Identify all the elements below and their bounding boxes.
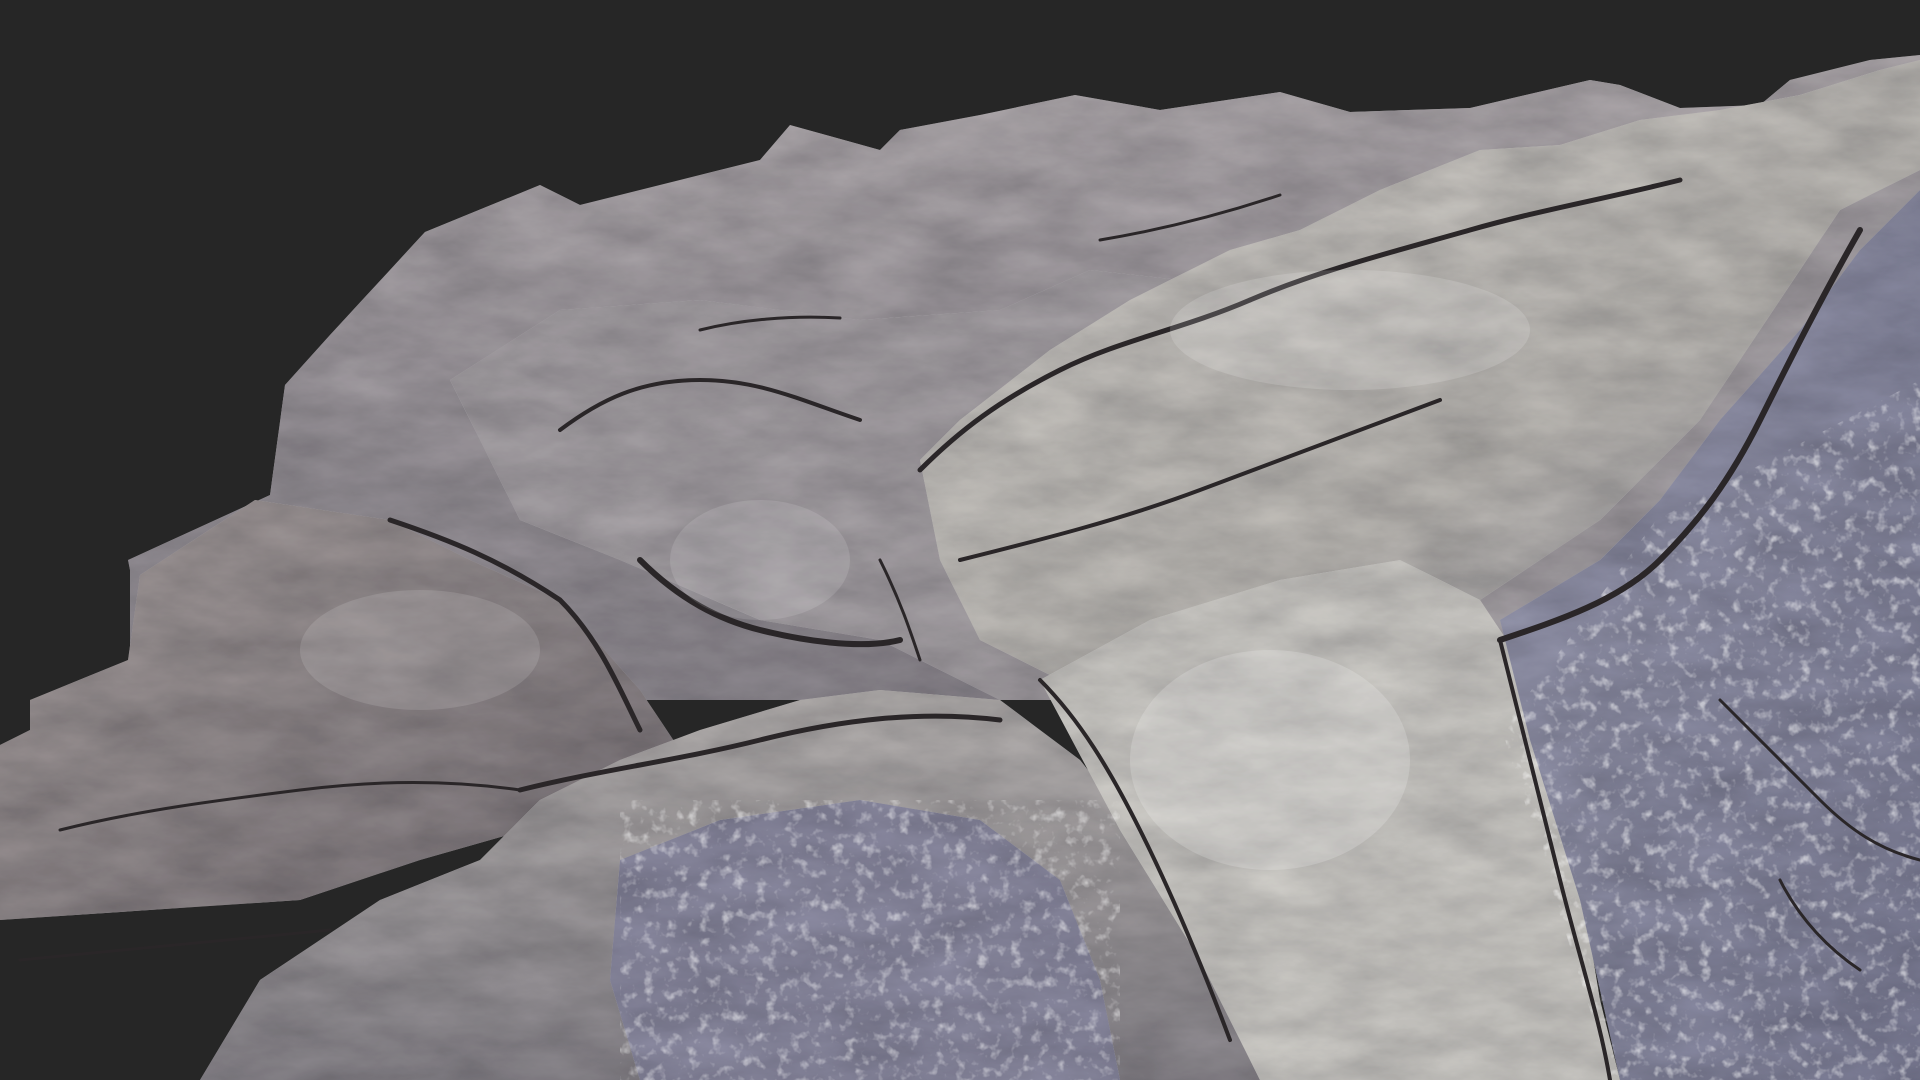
lichen-speckles-lower [620, 800, 1120, 1080]
3d-viewport[interactable] [0, 0, 1920, 1080]
rock-model-render [0, 55, 1920, 1080]
